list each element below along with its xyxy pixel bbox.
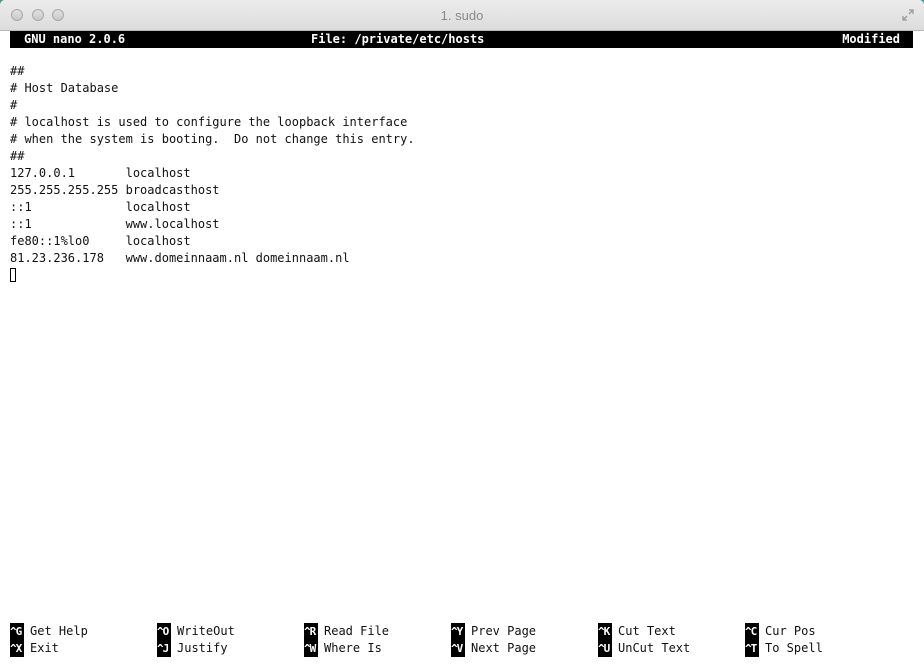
shortcut-writeout[interactable]: ^O WriteOut [157,623,235,640]
nano-version: GNU nano 2.0.6 [24,32,126,46]
shortcut-next-page[interactable]: ^V Next Page [451,640,536,657]
shortcut-key: ^V [451,640,465,657]
file-name: File: /private/etc/hosts [311,32,485,46]
buffer-line: 255.255.255.255 broadcasthost [10,183,220,197]
shortcut-get-help[interactable]: ^G Get Help [10,623,88,640]
buffer-line: ::1 localhost [10,200,191,214]
shortcut-key: ^O [157,623,171,640]
shortcut-label: UnCut Text [618,641,691,655]
shortcut-exit[interactable]: ^X Exit [10,640,59,657]
shortcut-uncut-text[interactable]: ^U UnCut Text [598,640,690,657]
nano-header: GNU nano 2.0.6 File: /private/etc/hosts … [10,31,913,48]
shortcut-key: ^U [598,640,612,657]
shortcut-label: Exit [30,641,59,655]
text-buffer[interactable]: ## # Host Database # # localhost is used… [10,63,415,284]
buffer-line: # Host Database [10,81,119,95]
shortcut-read-file[interactable]: ^R Read File [304,623,389,640]
shortcut-key: ^R [304,623,318,640]
buffer-line: # localhost is used to configure the loo… [10,115,408,129]
shortcut-label: WriteOut [177,624,235,638]
buffer-line: 127.0.0.1 localhost [10,166,191,180]
shortcut-label: Where Is [324,641,382,655]
shortcut-to-spell[interactable]: ^T To Spell [745,640,823,657]
buffer-line: ## [10,64,25,78]
cursor-line [10,267,415,284]
shortcut-label: Get Help [30,624,88,638]
buffer-line: 81.23.236.178 www.domeinnaam.nl domeinna… [10,251,350,265]
shortcut-prev-page[interactable]: ^Y Prev Page [451,623,536,640]
shortcut-key: ^J [157,640,171,657]
shortcut-label: Prev Page [471,624,537,638]
terminal-content[interactable]: GNU nano 2.0.6 File: /private/etc/hosts … [0,31,924,667]
shortcut-label: Next Page [471,641,537,655]
shortcut-key: ^T [745,640,759,657]
buffer-line: # when the system is booting. Do not cha… [10,132,415,146]
shortcut-label: Cut Text [618,624,676,638]
shortcut-label: Cur Pos [765,624,816,638]
title-bar[interactable]: 1. sudo [0,0,924,31]
text-cursor [10,267,16,282]
shortcut-where-is[interactable]: ^W Where Is [304,640,382,657]
shortcut-cur-pos[interactable]: ^C Cur Pos [745,623,816,640]
shortcut-key: ^W [304,640,318,657]
buffer-line: ::1 www.localhost [10,217,220,231]
buffer-line: # [10,98,18,112]
shortcut-key: ^Y [451,623,465,640]
shortcut-label: Read File [324,624,390,638]
shortcut-cut-text[interactable]: ^K Cut Text [598,623,676,640]
buffer-line: fe80::1%lo0 localhost [10,234,191,248]
fullscreen-icon[interactable] [902,9,914,21]
shortcut-key: ^X [10,640,24,657]
shortcut-key: ^G [10,623,24,640]
modified-status: Modified [842,32,900,46]
shortcut-key: ^K [598,623,612,640]
shortcut-key: ^C [745,623,759,640]
terminal-window: 1. sudo GNU nano 2.0.6 File: /private/et… [0,0,924,667]
window-title: 1. sudo [440,8,484,23]
buffer-line: ## [10,149,25,163]
shortcut-label: To Spell [765,641,823,655]
shortcut-justify[interactable]: ^J Justify [157,640,228,657]
shortcut-label: Justify [177,641,228,655]
